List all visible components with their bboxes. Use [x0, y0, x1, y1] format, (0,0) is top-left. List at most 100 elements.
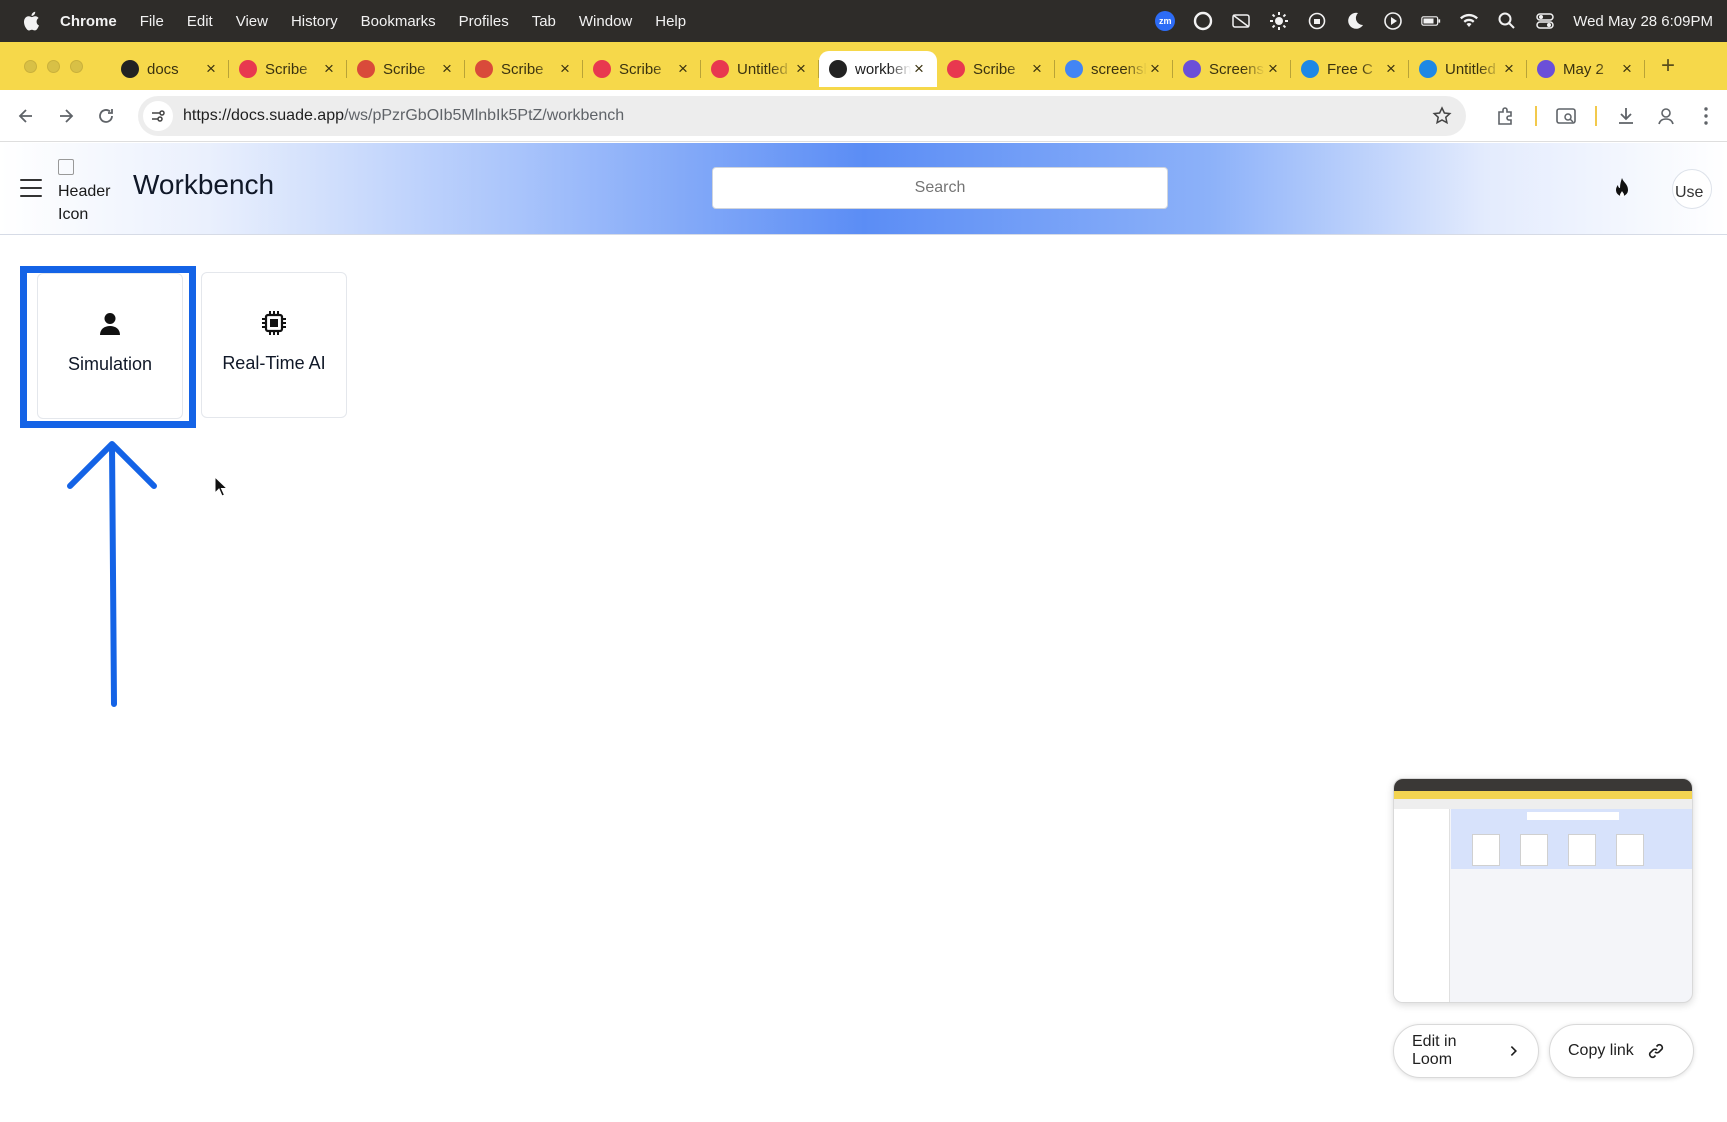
preview-tabstrip [1394, 791, 1692, 799]
browser-tab[interactable]: Scribe × [347, 51, 465, 87]
bookmark-star-icon[interactable] [1432, 106, 1452, 126]
url-text: https://docs.suade.app/ws/pPzrGbOIb5Mlnb… [183, 107, 624, 125]
tab-close-icon[interactable]: × [1501, 59, 1517, 79]
reload-icon [99, 108, 113, 123]
download-icon[interactable] [1615, 105, 1637, 127]
tab-label: workbench [855, 60, 911, 78]
browser-tab[interactable]: Scribe × [937, 51, 1055, 87]
menu-help[interactable]: Help [655, 13, 686, 30]
header-logo[interactable]: Header Icon [58, 157, 118, 226]
loom-recording-preview[interactable] [1393, 778, 1693, 1003]
battery-icon[interactable] [1421, 11, 1441, 31]
real-time-ai-card[interactable]: Real-Time AI [201, 272, 347, 418]
copy-link-label: Copy link [1568, 1042, 1634, 1059]
moon-icon[interactable] [1345, 11, 1365, 31]
search-input[interactable] [712, 167, 1168, 209]
menu-chrome[interactable]: Chrome [60, 13, 117, 30]
forward-arrow-icon [60, 108, 74, 123]
reload-button[interactable] [86, 96, 126, 136]
flame-icon[interactable] [1610, 177, 1634, 201]
tab-close-icon[interactable]: × [1619, 59, 1635, 79]
tab-close-icon[interactable]: × [1029, 59, 1045, 79]
menu-view[interactable]: View [236, 13, 268, 30]
scribe-icon [593, 60, 611, 78]
rainbow-icon [357, 60, 375, 78]
browser-tab[interactable]: Scribe × [229, 51, 347, 87]
site-info-icon[interactable] [143, 101, 173, 131]
play-icon[interactable] [1383, 11, 1403, 31]
tab-close-icon[interactable]: × [321, 59, 337, 79]
tab-close-icon[interactable]: × [557, 59, 573, 79]
spotlight-search-icon[interactable] [1497, 11, 1517, 31]
vpn-icon[interactable] [1307, 11, 1327, 31]
simulation-card-label: Simulation [67, 354, 153, 374]
user-avatar[interactable]: Use [1672, 169, 1712, 209]
browser-tab[interactable]: Scribe × [465, 51, 583, 87]
back-button[interactable] [6, 96, 46, 136]
new-tab-button[interactable]: + [1661, 52, 1675, 80]
rainbow-icon [475, 60, 493, 78]
browser-tab[interactable]: Untitled × [701, 51, 819, 87]
menu-bookmarks[interactable]: Bookmarks [361, 13, 436, 30]
browser-toolbar: https://docs.suade.app/ws/pPzrGbOIb5Mlnb… [0, 90, 1727, 142]
menu-history[interactable]: History [291, 13, 338, 30]
address-bar[interactable]: https://docs.suade.app/ws/pPzrGbOIb5Mlnb… [138, 96, 1466, 136]
browser-tab[interactable]: Scribe × [583, 51, 701, 87]
tab-label: screenshot [1091, 60, 1147, 78]
copy-link-button[interactable]: Copy link [1549, 1024, 1694, 1078]
scribe-icon [239, 60, 257, 78]
menu-profiles[interactable]: Profiles [459, 13, 509, 30]
control-center-icon[interactable] [1535, 11, 1555, 31]
menu-tab[interactable]: Tab [532, 13, 556, 30]
forward-button[interactable] [46, 96, 86, 136]
preview-address-bar [1394, 799, 1692, 809]
browser-tab[interactable]: Screenshot× [1173, 51, 1291, 87]
browser-tab[interactable]: May 2 × [1527, 51, 1645, 87]
zoom-icon[interactable]: zm [1155, 11, 1176, 31]
browser-tab[interactable]: docs × [111, 51, 229, 87]
close-window-button[interactable] [24, 59, 37, 73]
tab-close-icon[interactable]: × [439, 59, 455, 79]
tab-close-icon[interactable]: × [793, 59, 809, 79]
scribe-icon [947, 60, 965, 78]
zoom-window-button[interactable] [70, 59, 83, 73]
tab-close-icon[interactable]: × [203, 59, 219, 79]
record-icon[interactable] [1193, 11, 1213, 31]
edit-in-loom-button[interactable]: Edit in Loom [1393, 1024, 1539, 1078]
broken-image-icon [58, 159, 74, 175]
tab-label: May 2 [1563, 60, 1604, 78]
preview-card [1568, 834, 1596, 866]
chip-icon [262, 311, 286, 335]
menu-edit[interactable]: Edit [187, 13, 213, 30]
back-arrow-icon [18, 108, 32, 123]
brightness-icon[interactable] [1269, 11, 1289, 31]
tab-close-icon[interactable]: × [675, 59, 691, 79]
tab-close-icon[interactable]: × [1383, 59, 1399, 79]
browser-tab[interactable]: Free C × [1291, 51, 1409, 87]
extensions-icon[interactable] [1495, 105, 1517, 127]
more-options-icon[interactable] [1695, 105, 1717, 127]
minimize-window-button[interactable] [47, 59, 60, 73]
app-header: Header Icon Workbench Use [0, 143, 1727, 235]
browser-tab[interactable]: Untitled × [1409, 51, 1527, 87]
tab-active[interactable]: workbench× [819, 51, 937, 87]
menu-file[interactable]: File [140, 13, 164, 30]
browser-tab[interactable]: screenshot× [1055, 51, 1173, 87]
wifi-icon[interactable] [1459, 11, 1479, 31]
simulation-card[interactable]: Simulation [37, 273, 183, 419]
menubar-clock[interactable]: Wed May 28 6:09PM [1573, 13, 1713, 30]
tab-label: Scribe [973, 60, 1016, 78]
tab-search-icon[interactable] [1555, 105, 1577, 127]
tab-close-icon[interactable]: × [1147, 59, 1163, 79]
toolbar-actions [1495, 96, 1727, 136]
hamburger-menu-icon[interactable] [20, 179, 42, 197]
tab-close-icon[interactable]: × [1265, 59, 1281, 79]
menu-window[interactable]: Window [579, 13, 632, 30]
url-path: /ws/pPzrGbOIb5MlnbIk5PtZ/workbench [344, 107, 625, 124]
tab-label: Scribe [501, 60, 544, 78]
tab-close-icon[interactable]: × [911, 59, 927, 79]
profile-icon[interactable] [1655, 105, 1677, 127]
screen-share-icon[interactable] [1231, 11, 1251, 31]
annotation-arrow-icon [67, 441, 157, 707]
apple-icon[interactable] [22, 11, 40, 31]
